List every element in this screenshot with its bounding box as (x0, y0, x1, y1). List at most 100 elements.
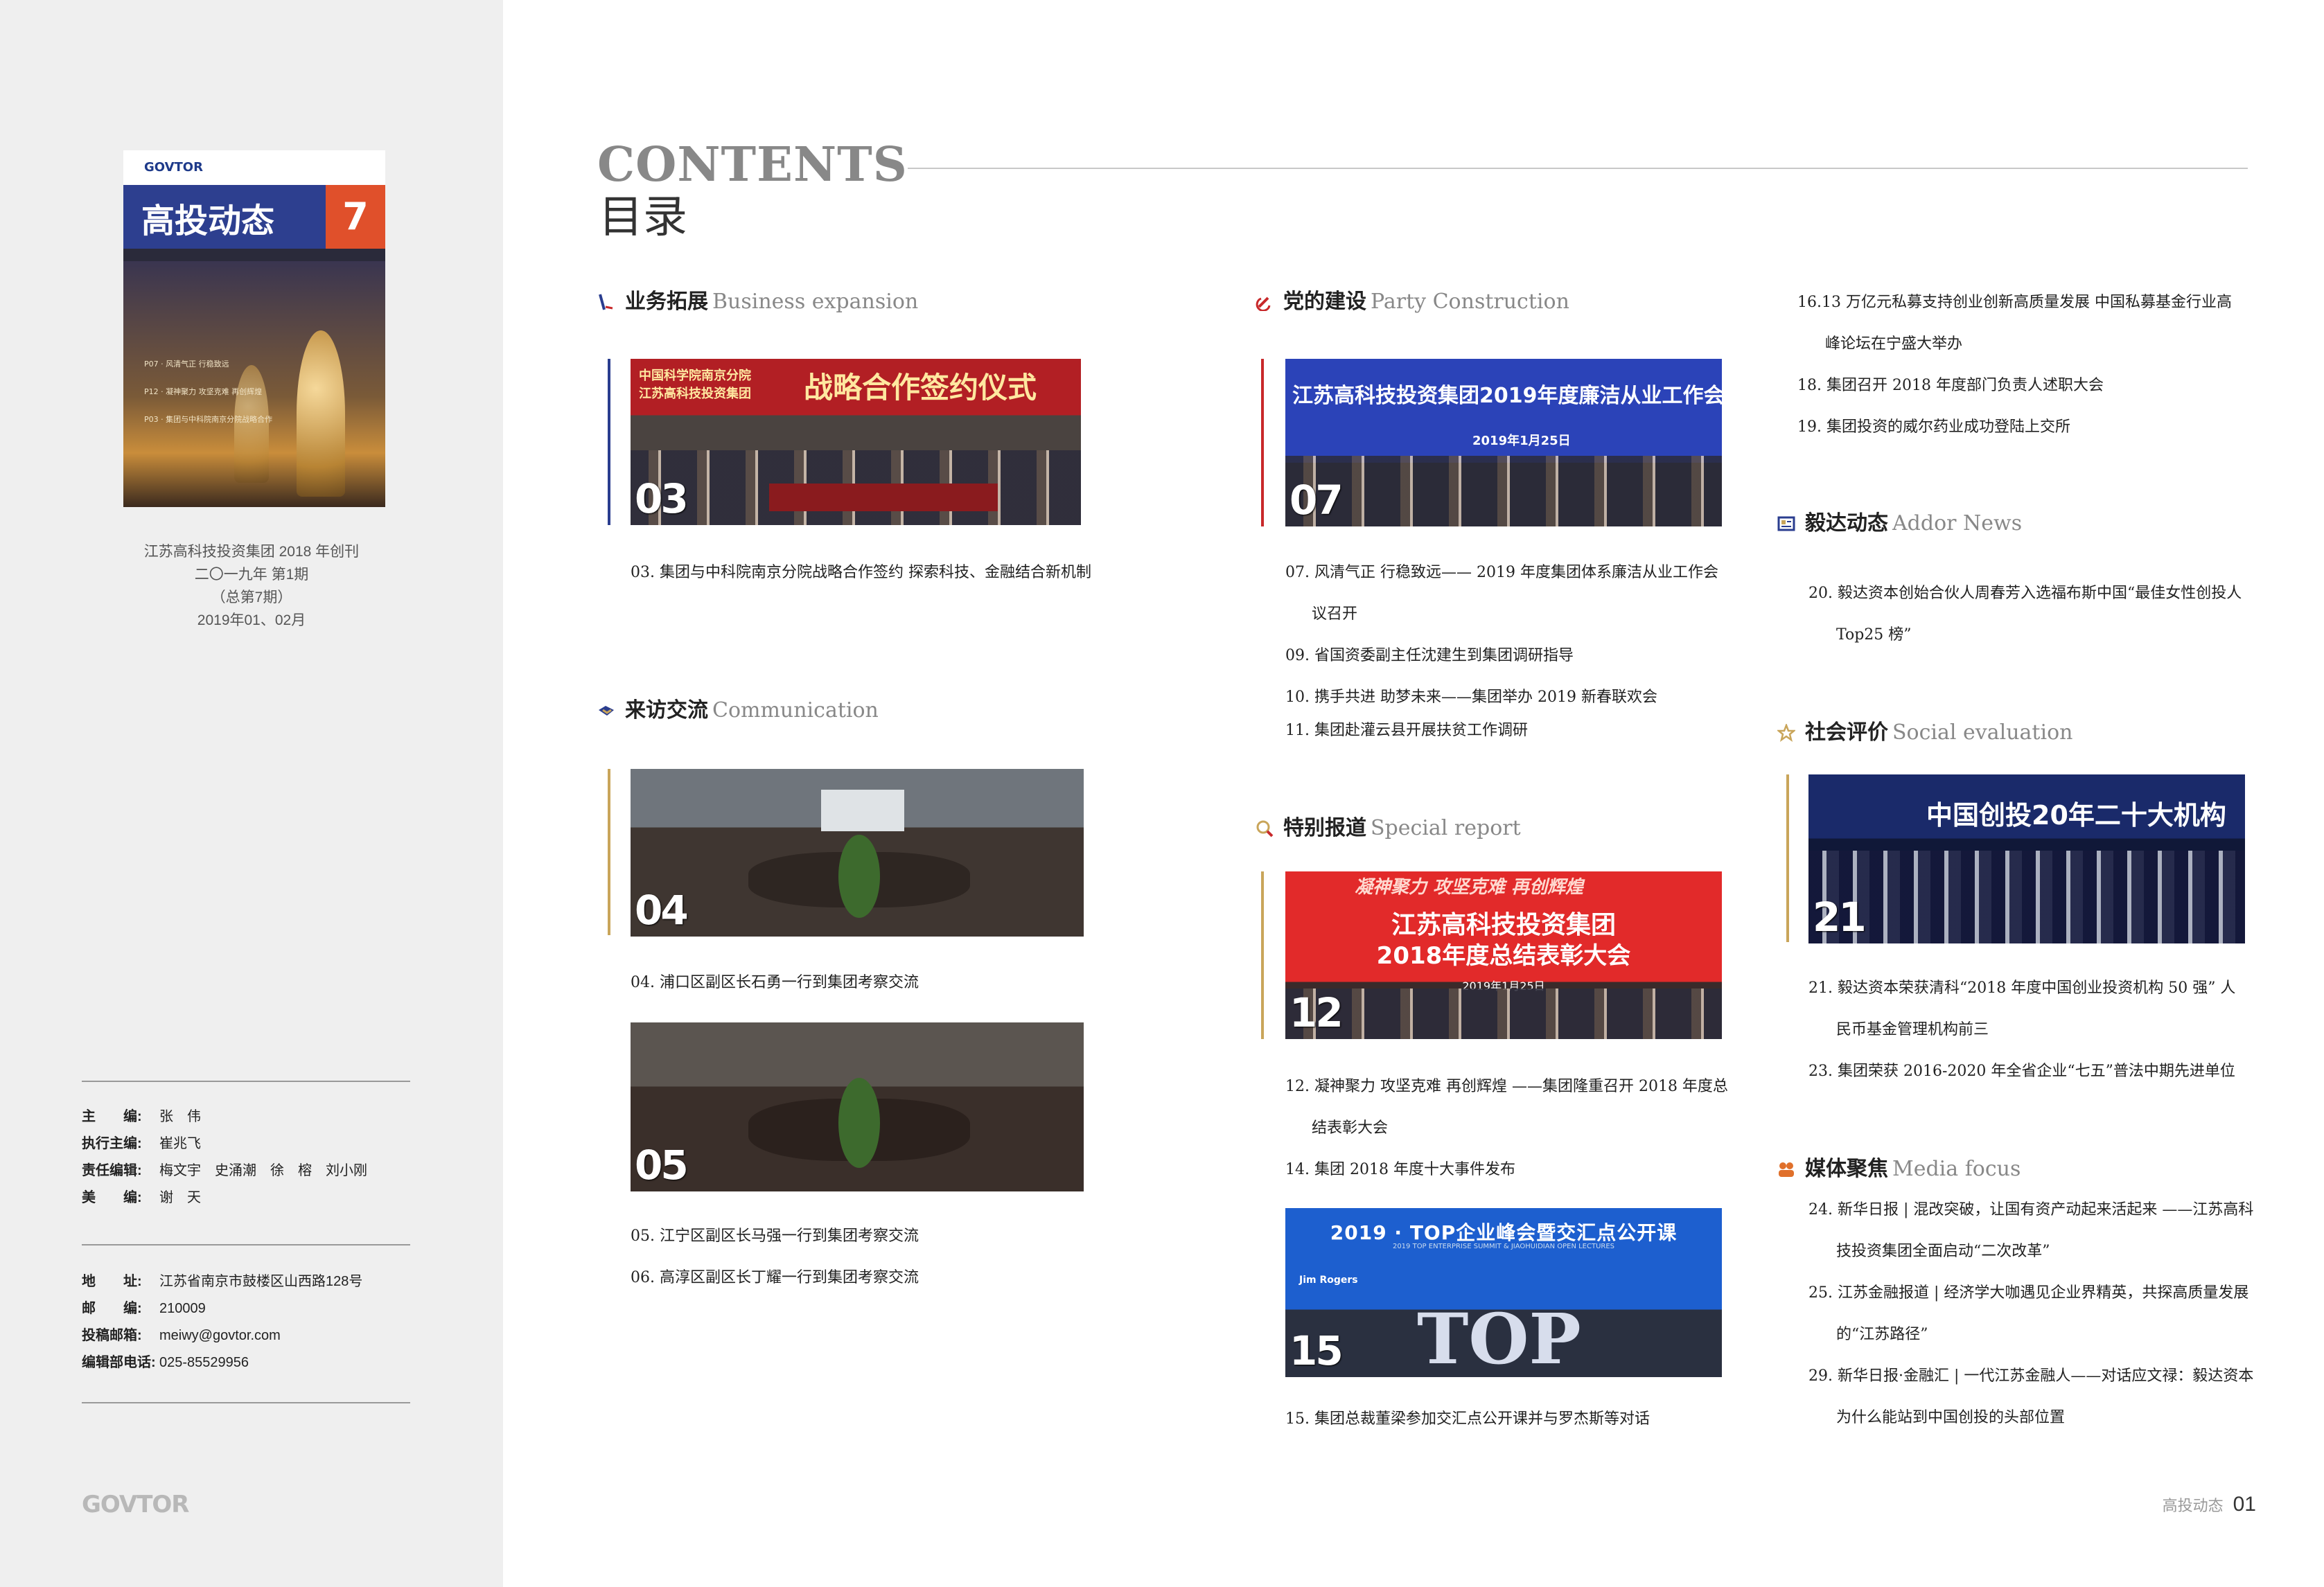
issue-date: 2019年01、02月 (197, 612, 306, 628)
cover-logo: GOVTOR (144, 160, 203, 175)
toc-item[interactable]: 21. 毅达资本荣获清科“2018 年度中国创业投资机构 50 强” 人 (1808, 975, 2235, 998)
magnifier-icon (1256, 817, 1274, 837)
page-number: 07 (1289, 477, 1344, 524)
section-media-header[interactable]: 媒体聚焦 Media focus (1777, 1151, 2021, 1185)
publisher-line: 江苏高科技投资集团 2018 年创刊 (143, 544, 360, 560)
accent-bar (608, 359, 610, 525)
photo-top-letters: TOP (1417, 1298, 1581, 1377)
photo-award[interactable]: 中国创投20年二十大机构 21 (1808, 774, 2245, 943)
toc-item[interactable]: 议召开 (1312, 601, 1357, 623)
photo-signing[interactable]: 中国科学院南京分院 江苏高科技投资集团 战略合作签约仪式 03 (631, 359, 1081, 525)
photo-banner-left: 中国科学院南京分院 江苏高科技投资集团 (639, 369, 751, 401)
cover-item: P12 · 凝神聚力 攻坚克难 再创辉煌 (144, 387, 263, 396)
people-icon (1777, 1158, 1795, 1177)
toc-item[interactable]: 07. 风清气正 行稳致远—— 2019 年度集团体系廉洁从业工作会 (1285, 560, 1718, 582)
section-business-header[interactable]: 业务拓展 Business expansion (597, 284, 918, 317)
photo-party-meeting[interactable]: 江苏高科技投资集团2019年度廉洁从业工作会议 2019年1月25日 07 (1285, 359, 1722, 526)
staff-row: 美 编: 谢 天 (82, 1190, 201, 1205)
page-number: 21 (1813, 894, 1867, 941)
contact-row[interactable]: 投稿邮箱: meiwy@govtor.com (82, 1322, 281, 1349)
photo-name: Jim Rogers (1299, 1275, 1358, 1286)
toc-item[interactable]: 19. 集团投资的威尔药业成功登陆上交所 (1797, 414, 2070, 436)
divider (82, 1402, 410, 1403)
toc-item[interactable]: 为什么能站到中国创投的头部位置 (1836, 1405, 2065, 1427)
photo-slogan: 凝神聚力 攻坚克难 再创辉煌 (1355, 877, 1584, 898)
toc-item[interactable]: 14. 集团 2018 年度十大事件发布 (1285, 1157, 1515, 1179)
mulu-heading: 目录 (599, 192, 687, 243)
toc-item[interactable]: 峰论坛在宁盛大举办 (1825, 331, 1962, 353)
toc-item[interactable]: 16.13 万亿元私募支持创业创新高质量发展 中国私募基金行业高 (1797, 290, 2232, 312)
contact-row: 邮 编: 210009 (82, 1301, 206, 1316)
issue-line: 二〇一九年 第1期 (194, 567, 309, 583)
photo-meeting-1[interactable]: 04 (631, 769, 1084, 937)
accent-bar (608, 769, 610, 935)
photo-banner: 2019 · TOP企业峰会暨交汇点公开课 (1330, 1221, 1678, 1244)
page-number: 05 (635, 1142, 689, 1189)
pen-icon (597, 291, 615, 310)
page-number: 04 (635, 887, 689, 934)
header-rule (908, 168, 2248, 169)
toc-item[interactable]: 20. 毅达资本创始合伙人周春芳入选福布斯中国“最佳女性创投人 (1808, 580, 2242, 603)
photo-top-summit[interactable]: 2019 · TOP企业峰会暨交汇点公开课 2019 TOP ENTERPRIS… (1285, 1208, 1722, 1377)
toc-item[interactable]: 12. 凝神聚力 攻坚克难 再创辉煌 ——集团隆重召开 2018 年度总 (1285, 1074, 1728, 1096)
section-party-header[interactable]: 党的建设 Party Construction (1256, 284, 1569, 317)
magazine-cover[interactable]: GOVTOR 高投动态 7 P07 · 风清气正 行稳致远 P12 · 凝神聚力… (123, 150, 385, 507)
section-addor-header[interactable]: 毅达动态 Addor News (1777, 506, 2022, 539)
toc-item[interactable]: 民币基金管理机构前三 (1836, 1017, 1989, 1039)
cover-issue-number: 7 (326, 185, 385, 249)
photo-line-2: 2018年度总结表彰大会 (1376, 942, 1631, 970)
toc-item[interactable]: 技投资集团全面启动“二次改革” (1836, 1239, 2050, 1261)
photo-meeting-2[interactable]: 05 (631, 1022, 1084, 1191)
accent-bar (1261, 871, 1264, 1039)
staff-row: 责任编辑: 梅文宇 史涌潮 徐 榕 刘小刚 (82, 1163, 367, 1178)
toc-item[interactable]: 的“江苏路径” (1836, 1322, 1928, 1344)
page-number: 15 (1289, 1327, 1344, 1374)
toc-item[interactable]: 06. 高淳区副区长丁耀一行到集团考察交流 (631, 1265, 919, 1287)
page-number: 03 (635, 475, 689, 522)
contact-row: 编辑部电话: 025-85529956 (82, 1355, 249, 1370)
photo-date: 2019年1月25日 (1472, 434, 1571, 448)
staff-row: 主 编: 张 伟 (82, 1109, 201, 1124)
toc-item[interactable]: 结表彰大会 (1312, 1115, 1388, 1137)
toc-item[interactable]: 11. 集团赴灌云县开展扶贫工作调研 (1285, 718, 1528, 740)
divider (82, 1244, 410, 1245)
cover-title: 高投动态 (141, 202, 275, 240)
toc-item[interactable]: 25. 江苏金融报道 | 经济学大咖遇见企业界精英，共探高质量发展 (1808, 1280, 2248, 1302)
newspaper-icon (1777, 513, 1795, 531)
toc-item[interactable]: 03. 集团与中科院南京分院战略合作签约 探索科技、金融结合新机制 (631, 560, 1091, 582)
section-communication-header[interactable]: 来访交流 Communication (597, 693, 879, 726)
accent-bar (1786, 774, 1789, 942)
accent-bar (1261, 359, 1264, 526)
toc-item[interactable]: 29. 新华日报·金融汇 | 一代江苏金融人——对话应文禄：毅达资本 (1808, 1363, 2253, 1385)
photo-annual-meeting[interactable]: 凝神聚力 攻坚克难 再创辉煌 江苏高科技投资集团 2018年度总结表彰大会 20… (1285, 871, 1722, 1039)
page-footer: 高投动态 01 (2163, 1493, 2256, 1516)
toc-item[interactable]: 18. 集团召开 2018 年度部门负责人述职大会 (1797, 373, 2104, 395)
footer-page-number: 01 (2233, 1493, 2256, 1516)
handshake-icon (597, 700, 615, 718)
photo-banner: 中国创投20年二十大机构 (1926, 800, 2226, 831)
cover-item: P07 · 风清气正 行稳致远 (144, 360, 229, 369)
contact-row: 地 址: 江苏省南京市鼓楼区山西路128号 (82, 1274, 363, 1289)
toc-item[interactable]: 23. 集团荣获 2016-2020 年全省企业“七五”普法中期先进单位 (1808, 1058, 2235, 1081)
cover-item: P03 · 集团与中科院南京分院战略合作 (144, 415, 273, 424)
section-social-header[interactable]: 社会评价 Social evaluation (1776, 715, 2072, 748)
toc-item[interactable]: Top25 榜” (1836, 622, 1912, 644)
photo-banner: 江苏高科技投资集团2019年度廉洁从业工作会议 (1292, 384, 1722, 408)
toc-item[interactable]: 09. 省国资委副主任沈建生到集团调研指导 (1285, 643, 1574, 665)
toc-item[interactable]: 05. 江宁区副区长马强一行到集团考察交流 (631, 1223, 919, 1245)
photo-subtitle: 2019 TOP ENTERPRISE SUMMIT & JIAOHUIDIAN… (1392, 1243, 1615, 1250)
toc-item[interactable]: 15. 集团总裁董梁参加交汇点公开课并与罗杰斯等对话 (1285, 1406, 1650, 1428)
govtor-logo: GOVTOR (82, 1491, 189, 1518)
star-icon (1776, 722, 1797, 742)
section-special-header[interactable]: 特别报道 Special report (1256, 810, 1521, 844)
toc-item[interactable]: 10. 携手共进 助梦未来——集团举办 2019 新春联欢会 (1285, 684, 1657, 707)
page-number: 12 (1289, 989, 1344, 1036)
cover-artwork: P07 · 风清气正 行稳致远 P12 · 凝神聚力 攻坚克难 再创辉煌 P03… (123, 261, 385, 507)
hammer-sickle-icon (1256, 291, 1274, 312)
divider (82, 1081, 410, 1082)
toc-item[interactable]: 04. 浦口区副区长石勇一行到集团考察交流 (631, 970, 919, 992)
staff-row: 执行主编: 崔兆飞 (82, 1136, 201, 1151)
photo-banner: 战略合作签约仪式 (804, 371, 1037, 405)
footer-magazine: 高投动态 (2162, 1497, 2224, 1514)
toc-item[interactable]: 24. 新华日报 | 混改突破，让国有资产动起来活起来 ——江苏高科 (1808, 1197, 2253, 1219)
